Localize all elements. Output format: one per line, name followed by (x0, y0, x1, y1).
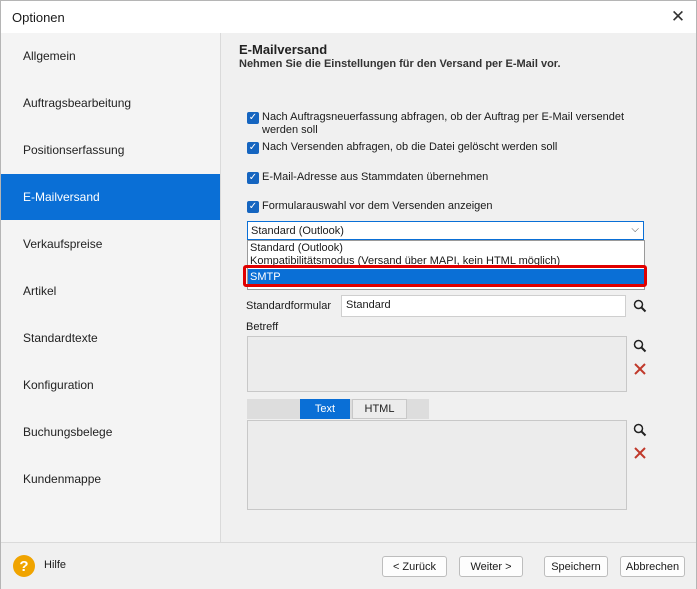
sidebar-item-allgemein[interactable]: Allgemein (1, 33, 220, 79)
tab-html[interactable]: HTML (352, 399, 407, 419)
checkbox-row: ✓ Nach Auftragsneuerfassung abfragen, ob… (247, 111, 642, 137)
title-bar: Optionen ✕ (1, 1, 696, 34)
section-subtitle: Nehmen Sie die Einstellungen für den Ver… (239, 58, 561, 70)
checkbox-label: E-Mail-Adresse aus Stammdaten übernehmen (262, 171, 489, 183)
sidebar: Allgemein Auftragsbearbeitung Positionse… (1, 33, 221, 542)
help-label[interactable]: Hilfe (44, 559, 66, 571)
sidebar-item-verkaufspreise[interactable]: Verkaufspreise (1, 221, 220, 267)
search-icon[interactable] (631, 297, 649, 315)
versand-select[interactable]: Standard (Outlook) ⌵ (247, 221, 644, 240)
sidebar-item-label: Auftragsbearbeitung (23, 96, 132, 110)
smtp-highlight-frame (243, 265, 647, 287)
sidebar-item-label: Kundenmappe (23, 472, 102, 486)
sidebar-item-label: E-Mailversand (23, 190, 100, 204)
settings-panel: E-Mailversand Nehmen Sie die Einstellung… (221, 33, 696, 542)
checkbox-label: Formularauswahl vor dem Versenden anzeig… (262, 200, 493, 212)
search-icon[interactable] (631, 337, 649, 355)
sidebar-item-kundenmappe[interactable]: Kundenmappe (1, 456, 220, 502)
sidebar-item-positionserfassung[interactable]: Positionserfassung (1, 127, 220, 173)
versand-select-value: Standard (Outlook) (251, 224, 344, 237)
sidebar-item-label: Buchungsbelege (23, 425, 113, 439)
checkbox-row: ✓ Nach Versenden abfragen, ob die Datei … (247, 141, 642, 154)
search-icon[interactable] (631, 421, 649, 439)
checkbox-email-stammdaten[interactable]: ✓ (247, 172, 259, 184)
section-title: E-Mailversand (239, 42, 328, 57)
sidebar-item-label: Standardtexte (23, 331, 98, 345)
sidebar-item-label: Positionserfassung (23, 143, 125, 157)
help-icon[interactable]: ? (13, 555, 35, 577)
chevron-down-icon[interactable]: ⌵ (631, 224, 639, 235)
sidebar-item-auftragsbearbeitung[interactable]: Auftragsbearbeitung (1, 80, 220, 126)
sidebar-item-artikel[interactable]: Artikel (1, 268, 220, 314)
cancel-button[interactable]: Abbrechen (620, 556, 685, 577)
sidebar-item-label: Allgemein (23, 49, 76, 63)
options-dialog: Optionen ✕ Allgemein Auftragsbearbeitung… (0, 0, 697, 589)
sidebar-item-e-mailversand[interactable]: E-Mailversand (1, 174, 220, 220)
tab-text[interactable]: Text (300, 399, 350, 419)
sidebar-item-standardtexte[interactable]: Standardtexte (1, 315, 220, 361)
sidebar-item-label: Artikel (23, 284, 57, 298)
sidebar-item-label: Verkaufspreise (23, 237, 103, 251)
delete-icon[interactable] (631, 360, 649, 378)
checkbox-datei-loeschen[interactable]: ✓ (247, 142, 259, 154)
checkbox-auftrag-abfragen[interactable]: ✓ (247, 112, 259, 124)
save-button[interactable]: Speichern (544, 556, 608, 577)
checkbox-label: Nach Auftragsneuerfassung abfragen, ob d… (262, 111, 624, 136)
close-icon[interactable]: ✕ (666, 5, 690, 29)
standardformular-label: Standardformular (246, 300, 331, 312)
next-button[interactable]: Weiter > (459, 556, 523, 577)
sidebar-item-buchungsbelege[interactable]: Buchungsbelege (1, 409, 220, 455)
betreff-label: Betreff (246, 321, 279, 333)
sidebar-item-label: Konfiguration (23, 378, 94, 392)
dialog-footer: ? Hilfe < Zurück Weiter > Speichern Abbr… (1, 542, 696, 589)
checkbox-row: ✓ E-Mail-Adresse aus Stammdaten übernehm… (247, 171, 642, 184)
delete-icon[interactable] (631, 444, 649, 462)
back-button[interactable]: < Zurück (382, 556, 447, 577)
betreff-field[interactable] (247, 336, 627, 392)
window-title: Optionen (12, 10, 65, 25)
checkbox-formularauswahl[interactable]: ✓ (247, 201, 259, 213)
checkbox-row: ✓ Formularauswahl vor dem Versenden anze… (247, 200, 642, 213)
text-editor-area[interactable] (247, 420, 627, 510)
sidebar-item-konfiguration[interactable]: Konfiguration (1, 362, 220, 408)
checkbox-label: Nach Versenden abfragen, ob die Datei ge… (262, 141, 558, 153)
dropdown-option-standard[interactable]: Standard (Outlook) (248, 242, 644, 254)
standardformular-field[interactable]: Standard (341, 295, 626, 317)
